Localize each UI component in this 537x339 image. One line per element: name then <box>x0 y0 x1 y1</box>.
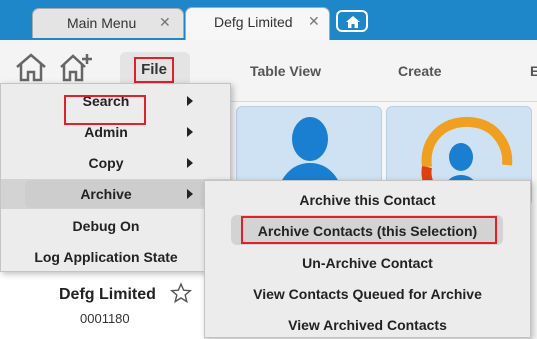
tab-main-menu[interactable]: Main Menu ✕ <box>32 8 184 38</box>
menu-item-label: Archive <box>80 186 132 202</box>
add-home-icon[interactable] <box>58 52 94 82</box>
archive-submenu: Archive this Contact Archive Contacts (t… <box>204 180 531 338</box>
menu-item-label: Archive Contacts (this Selection) <box>257 223 478 239</box>
tab-label: Main Menu <box>67 15 137 31</box>
menu-item-label: View Contacts Queued for Archive <box>253 286 482 302</box>
submenu-arrow-icon <box>187 127 193 137</box>
tab-strip: Main Menu ✕ Defg Limited ✕ <box>0 0 537 40</box>
home-tab-button[interactable] <box>336 10 368 32</box>
record-name: Defg Limited <box>59 286 156 303</box>
archive-highlight-box <box>64 95 146 125</box>
menu-item-view-contacts-queued[interactable]: View Contacts Queued for Archive <box>205 278 530 308</box>
menu-item-label: View Archived Contacts <box>288 317 447 333</box>
menu-item-archive-contacts-selection[interactable]: Archive Contacts (this Selection) <box>205 215 530 245</box>
submenu-arrow-icon <box>187 96 193 106</box>
menu-item-debug-on[interactable]: Debug On <box>1 211 230 241</box>
menu-item-label: Copy <box>88 155 124 171</box>
menu-item-un-archive-contact[interactable]: Un-Archive Contact <box>205 247 530 277</box>
file-menu-label: File <box>134 57 174 83</box>
menu-item-label: Admin <box>84 124 128 140</box>
table-view-button[interactable]: Table View <box>250 63 321 79</box>
favorite-star-icon[interactable] <box>170 282 192 304</box>
tab-label: Defg Limited <box>214 14 293 30</box>
record-id: 0001180 <box>80 311 130 326</box>
menu-item-label: Log Application State <box>34 249 178 265</box>
menu-item-log-application-state[interactable]: Log Application State <box>1 242 230 272</box>
menu-item-label: Un-Archive Contact <box>302 255 433 271</box>
file-menu-button[interactable]: File <box>120 52 190 86</box>
home-icon[interactable] <box>14 52 48 82</box>
record-header: Defg Limited 0001180 <box>0 272 204 339</box>
menu-item-archive[interactable]: Archive <box>1 179 230 209</box>
submenu-arrow-icon <box>187 158 193 168</box>
menu-item-label: Archive this Contact <box>299 192 436 208</box>
menu-item-label: Debug On <box>72 218 140 234</box>
menu-item-archive-this-contact[interactable]: Archive this Contact <box>205 184 530 214</box>
close-icon[interactable]: ✕ <box>308 13 320 30</box>
tab-defg-limited[interactable]: Defg Limited ✕ <box>185 7 330 40</box>
submenu-arrow-icon <box>187 189 193 199</box>
toolbar-item-partial[interactable]: E <box>530 63 537 79</box>
menu-item-copy[interactable]: Copy <box>1 148 230 178</box>
create-button[interactable]: Create <box>398 63 442 79</box>
home-icon <box>346 16 360 28</box>
close-icon[interactable]: ✕ <box>159 14 171 31</box>
menu-item-view-archived-contacts[interactable]: View Archived Contacts <box>205 309 530 339</box>
